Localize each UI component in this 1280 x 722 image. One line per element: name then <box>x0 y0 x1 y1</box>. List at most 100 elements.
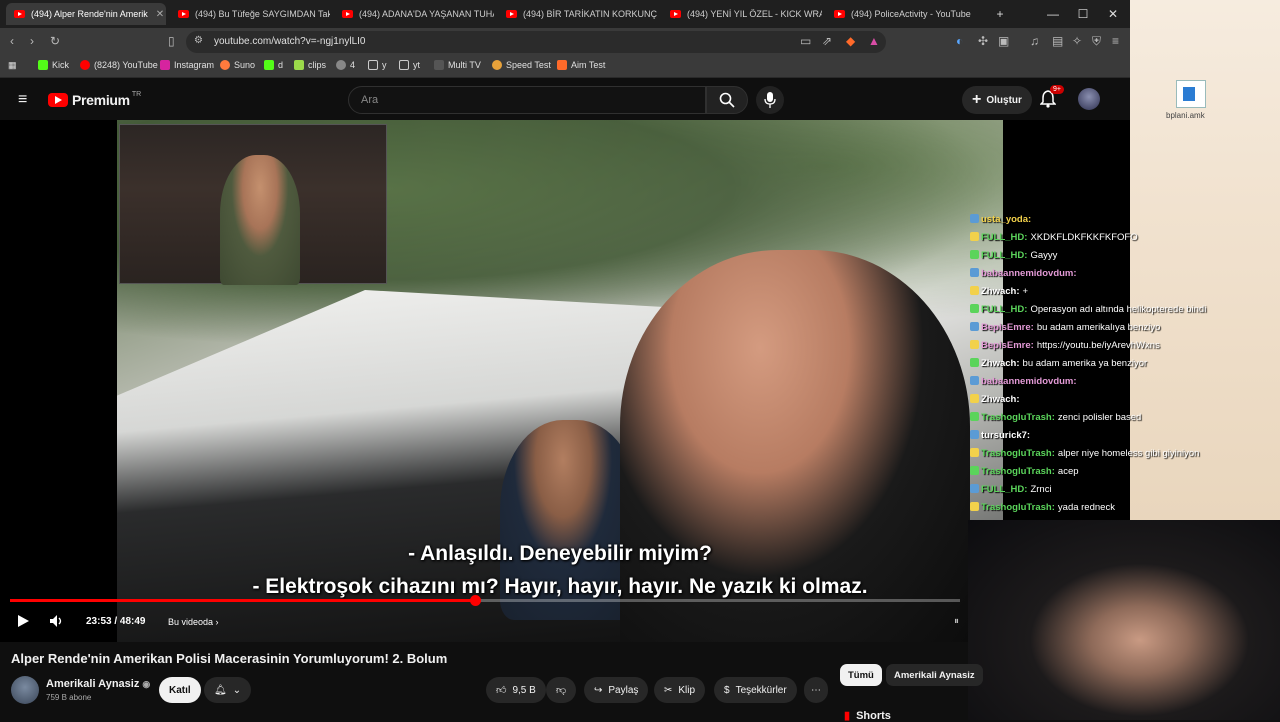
share-icon[interactable]: ⇗ <box>822 34 832 48</box>
sidebar-icon[interactable]: ▣ <box>998 34 1009 48</box>
chat-username[interactable]: TrashogluTrash: <box>981 412 1055 423</box>
chat-username[interactable]: Zhwach: <box>981 286 1020 297</box>
puzzle-icon[interactable]: ✣ <box>978 34 988 48</box>
url-text[interactable]: youtube.com/watch?v=-ngj1nylLI0 <box>214 36 365 47</box>
voice-search-button[interactable] <box>756 86 784 114</box>
bookmark-folder[interactable]: yt <box>399 60 420 70</box>
thanks-button[interactable]: $ Teşekkürler <box>714 677 797 703</box>
chat-message: TrashogluTrash: zenci polisler based <box>970 412 1141 423</box>
tab-active[interactable]: (494) Alper Rende'nin Amerik ✕ <box>6 3 166 25</box>
pause-overlay-icon[interactable]: ⏸ <box>954 616 959 627</box>
chip-all[interactable]: Tümü <box>840 664 882 686</box>
bookmark-item[interactable]: Instagram <box>160 60 214 70</box>
minimize-button[interactable]: — <box>1038 4 1068 24</box>
chat-username[interactable]: FULL_HD: <box>981 304 1027 315</box>
tab[interactable]: (494) BİR TARİKATIN KORKUNÇ SON <box>498 3 658 25</box>
channel-avatar[interactable] <box>11 676 39 704</box>
search-input[interactable]: Ara <box>348 86 706 114</box>
dislike-button[interactable]: 👎︎ <box>546 677 577 703</box>
chat-username[interactable]: BepisEmre: <box>981 340 1034 351</box>
chat-message: Zhwach: <box>970 394 1023 405</box>
more-actions-button[interactable]: ⋯ <box>804 677 828 703</box>
reload-icon[interactable]: ↻ <box>50 34 60 48</box>
more-icon: ⋯ <box>811 684 821 696</box>
bookmark-item[interactable]: Kick <box>38 60 69 70</box>
play-icon[interactable] <box>16 614 30 628</box>
youtube-header: ≡ Premium TR Ara + Oluştur 9+ <box>0 78 1130 122</box>
bookmark-item[interactable]: clips <box>294 60 326 70</box>
wallet-icon[interactable]: ▤ <box>1052 34 1063 48</box>
chat-text: bu adam amerikalıya benziyo <box>1036 322 1161 333</box>
tab[interactable]: (494) YENİ YIL ÖZEL - KICK WRAPPED <box>662 3 822 25</box>
file-icon[interactable] <box>1176 80 1206 108</box>
bookmark-item[interactable]: 4 <box>336 60 355 70</box>
chat-username[interactable]: babaannemidovdum: <box>981 268 1077 279</box>
share-button[interactable]: ↪ Paylaş <box>584 677 649 703</box>
chat-badge-icon <box>970 484 979 493</box>
folder-icon <box>399 60 409 70</box>
close-window-button[interactable]: ✕ <box>1098 4 1128 24</box>
chat-username[interactable]: TrashogluTrash: <box>981 502 1055 513</box>
ai-icon[interactable]: ✧ <box>1072 34 1082 48</box>
progress-scrubber[interactable] <box>469 595 481 606</box>
chat-username[interactable]: BepisEmre: <box>981 322 1034 333</box>
chat-username[interactable]: usta_yoda: <box>981 214 1031 225</box>
chip-channel[interactable]: Amerikali Aynasiz <box>886 664 983 686</box>
hamburger-menu-icon[interactable]: ≡ <box>18 91 27 109</box>
bookmark-folder[interactable]: y <box>368 60 387 70</box>
menu-icon[interactable]: ≡ <box>1112 34 1119 48</box>
bookmark-item[interactable]: Suno <box>220 60 255 70</box>
chat-username[interactable]: FULL_HD: <box>981 250 1027 261</box>
chat-username[interactable]: Zhwach: <box>981 358 1020 369</box>
subscriber-count: 759 B abone <box>46 693 92 702</box>
search-button[interactable] <box>706 86 748 114</box>
bookmark-item[interactable]: Multi TV <box>434 60 481 70</box>
clip-button[interactable]: ✂ Klip <box>654 677 706 703</box>
chat-username[interactable]: TrashogluTrash: <box>981 448 1055 459</box>
new-tab-button[interactable]: + <box>985 4 1015 24</box>
video-player[interactable]: - Anlaşıldı. Deneyebilir miyim? - Elektr… <box>0 120 1130 642</box>
tab[interactable]: (494) ADANA'DA YAŞANAN TUHAF O <box>334 3 494 25</box>
bookmark-icon[interactable]: ▯ <box>168 34 175 48</box>
desktop-file-label[interactable]: bplani.amk <box>1166 111 1205 120</box>
tab[interactable]: (494) Bu Tüfeğe SAYGIMDAN Takım <box>170 3 330 25</box>
join-button[interactable]: Katıl <box>159 677 201 703</box>
chat-username[interactable]: FULL_HD: <box>981 484 1027 495</box>
youtube-favicon-icon <box>342 10 353 18</box>
close-tab-icon[interactable]: ✕ <box>156 9 164 20</box>
scissors-icon: ✂ <box>664 684 673 696</box>
extension-icon[interactable]: ◐ <box>956 34 963 48</box>
chapter-button[interactable]: Bu videoda › <box>168 617 219 627</box>
progress-bar[interactable] <box>10 595 960 606</box>
tab[interactable]: (494) PoliceActivity - YouTube <box>826 3 986 25</box>
chat-username[interactable]: babaannemidovdum: <box>981 376 1077 387</box>
omnibox[interactable]: ⚙ youtube.com/watch?v=-ngj1nylLI0 <box>186 31 886 53</box>
brave-shield-icon[interactable]: ◆ <box>846 34 855 48</box>
cast-icon[interactable]: ▭ <box>800 34 811 48</box>
create-button[interactable]: + Oluştur <box>962 86 1032 114</box>
chat-message: FULL_HD: Operasyon adı altında helikopter… <box>970 304 1206 315</box>
bookmark-item[interactable]: Aim Test <box>557 60 605 70</box>
avatar[interactable] <box>1078 88 1100 110</box>
apps-icon[interactable]: ▦ <box>8 60 17 71</box>
subscription-bell-button[interactable]: 🔔︎ ⌄ <box>204 677 252 703</box>
rewards-icon[interactable]: ▲ <box>868 34 880 48</box>
chat-username[interactable]: TrashogluTrash: <box>981 466 1055 477</box>
chat-username[interactable]: FULL_HD: <box>981 232 1027 243</box>
bookmark-item[interactable]: d <box>264 60 283 70</box>
music-icon[interactable]: ♫ <box>1030 34 1039 48</box>
chat-username[interactable]: Zhwach: <box>981 394 1020 405</box>
back-icon[interactable]: ‹ <box>10 34 14 48</box>
bookmark-item[interactable]: (8248) YouTube <box>80 60 158 70</box>
forward-icon[interactable]: › <box>30 34 34 48</box>
maximize-button[interactable]: ☐ <box>1068 4 1098 24</box>
chat-username[interactable]: tursurick7: <box>981 430 1030 441</box>
vpn-icon[interactable]: ⛨ <box>1092 34 1101 49</box>
channel-name[interactable]: Amerikali Aynasiz ◉ <box>46 678 150 690</box>
notifications-button[interactable]: 9+ <box>1040 85 1064 108</box>
like-button[interactable]: 👍︎ 9,5 B <box>486 677 546 703</box>
youtube-logo[interactable]: Premium TR <box>48 91 141 108</box>
site-info-icon[interactable]: ⚙ <box>194 35 203 46</box>
volume-icon[interactable] <box>49 614 65 628</box>
bookmark-item[interactable]: Speed Test <box>492 60 551 70</box>
